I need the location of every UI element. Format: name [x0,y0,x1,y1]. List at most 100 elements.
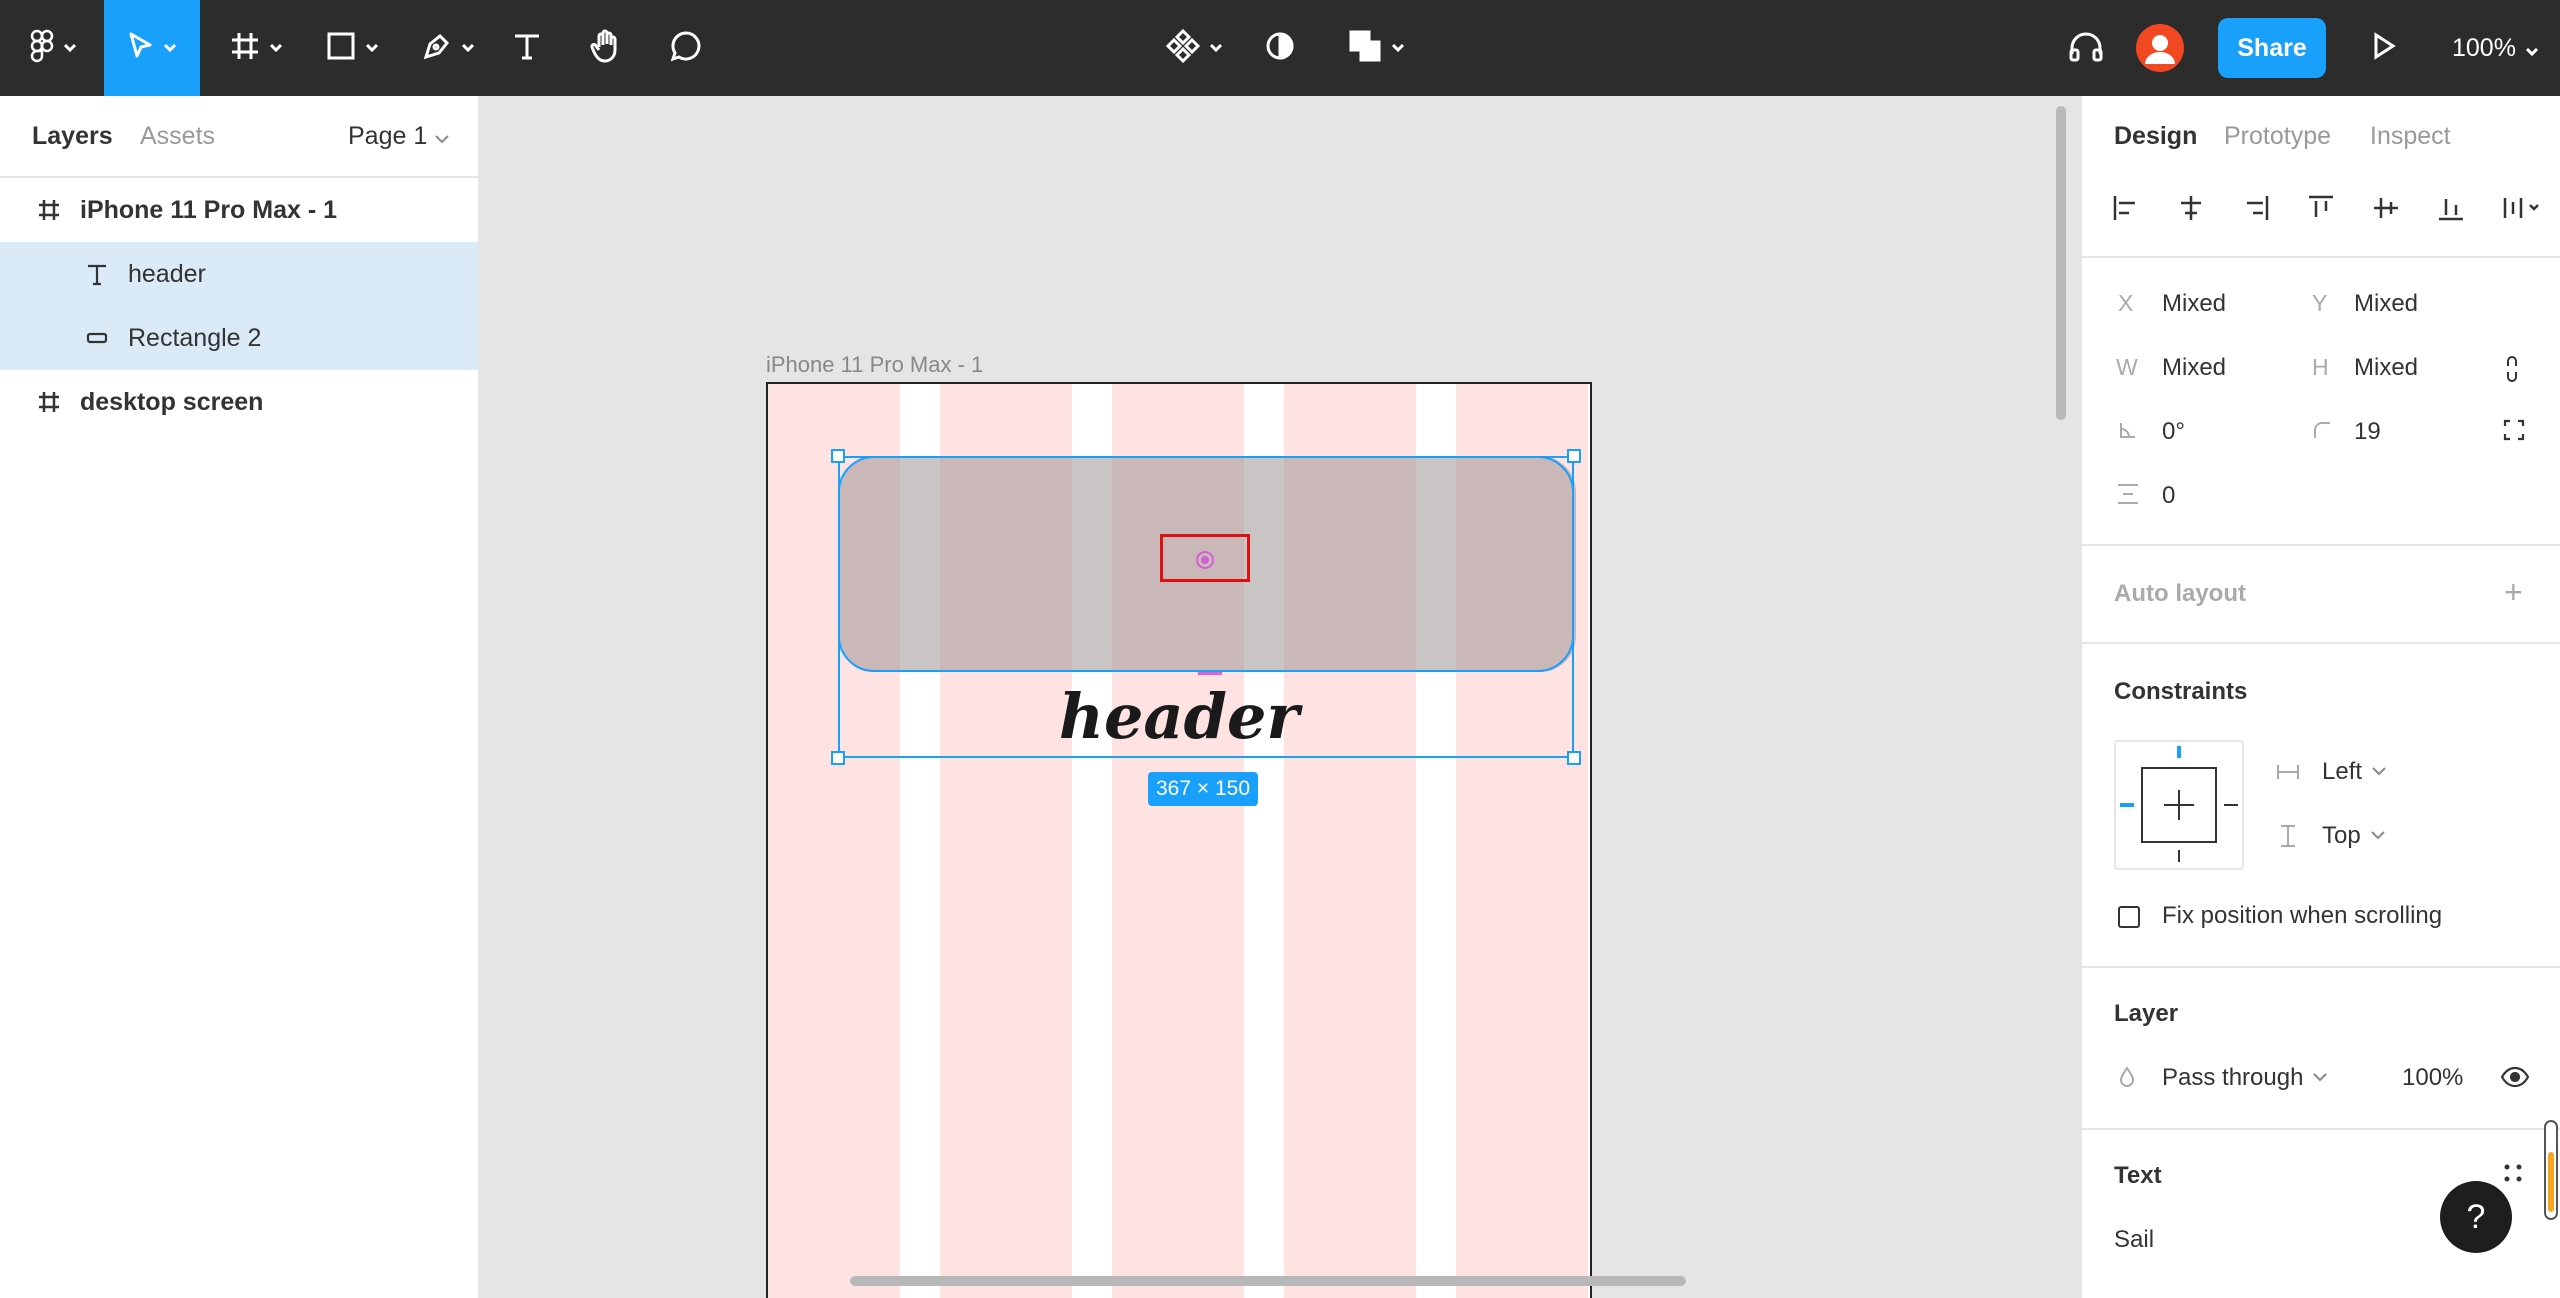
spacing-marker [1198,672,1222,675]
tab-assets[interactable]: Assets [140,122,215,151]
frame-hash-icon [230,31,260,66]
text-t-icon [512,31,542,66]
audio-button[interactable] [2064,0,2108,96]
layer-row-header-text[interactable]: header [0,242,478,306]
comment-tool-button[interactable] [664,0,708,96]
resize-handle-bottom-left[interactable] [831,751,845,765]
resize-handle-bottom-right[interactable] [1567,751,1581,765]
present-button[interactable] [2368,0,2400,96]
zoom-menu[interactable]: 100% [2452,0,2539,96]
horizontal-constraint-select[interactable]: Left [2322,758,2386,786]
align-vertical-center-icon[interactable] [2372,194,2400,227]
page-selector[interactable]: Page 1 [348,122,449,151]
align-bottom-icon[interactable] [2437,194,2465,227]
frame-hash-icon [34,195,64,225]
vertical-constraint-value: Top [2322,822,2361,849]
spacing-input[interactable]: 0 [2162,482,2175,510]
blend-drop-icon [2118,1066,2136,1093]
align-left-icon[interactable] [2112,194,2140,227]
figma-logo-icon [30,29,54,68]
w-input[interactable]: Mixed [2162,354,2226,382]
text-tool-button[interactable] [504,0,550,96]
target-icon [1196,551,1214,569]
move-tool-button[interactable] [104,0,200,96]
x-input[interactable]: Mixed [2162,290,2226,318]
font-family-select[interactable]: Sail [2114,1226,2154,1254]
panel-scrollbar[interactable] [2544,1120,2558,1220]
w-label: W [2116,354,2138,380]
text-styles-grid-icon[interactable] [2502,1162,2524,1189]
frame-tool-button[interactable] [216,0,296,96]
align-right-icon[interactable] [2242,194,2270,227]
spacing-icon [2116,482,2140,511]
chevron-down-icon [269,39,283,57]
chevron-down-icon [2313,1069,2328,1087]
divider [2082,966,2560,968]
shape-tool-button[interactable] [312,0,392,96]
layer-title: Layer [2114,1000,2179,1027]
distribute-icon[interactable] [2502,194,2542,227]
chevron-down-icon [163,39,177,57]
mask-button[interactable] [1258,0,1302,96]
play-icon [2372,31,2396,65]
component-diamond-icon [1165,28,1201,68]
blend-mode-value: Pass through [2162,1064,2304,1091]
eye-icon[interactable] [2500,1066,2530,1093]
y-input[interactable]: Mixed [2354,290,2418,318]
layer-row-frame-iphone[interactable]: iPhone 11 Pro Max - 1 [0,178,478,242]
corner-radius-icon [2312,420,2332,445]
chevron-down-icon [461,39,475,57]
boolean-groups-button[interactable] [1338,0,1414,96]
main-menu-button[interactable] [18,0,88,96]
tab-inspect[interactable]: Inspect [2370,122,2451,151]
chevron-down-icon [1209,39,1223,57]
left-panel-tabs: Layers Assets Page 1 [0,96,478,178]
pen-tool-button[interactable] [408,0,488,96]
pen-icon [422,31,452,66]
resize-handle-top-right[interactable] [1567,449,1581,463]
top-toolbar: Share 100% [0,0,2560,96]
vertical-constraint-select[interactable]: Top [2322,822,2385,850]
resize-handle-top-left[interactable] [831,449,845,463]
chevron-down-icon [365,39,379,57]
hand-tool-button[interactable] [584,0,628,96]
tab-layers[interactable]: Layers [32,122,113,151]
hand-icon [590,29,622,68]
layer-row-rectangle-2[interactable]: Rectangle 2 [0,306,478,370]
opacity-input[interactable]: 100% [2402,1064,2463,1092]
comment-bubble-icon [670,30,702,67]
horizontal-scrollbar[interactable] [850,1276,1686,1286]
independent-corners-icon[interactable] [2502,418,2526,447]
add-auto-layout-icon[interactable]: + [2504,574,2523,611]
constraint-widget[interactable] [2114,740,2244,870]
constraints-title: Constraints [2114,678,2248,705]
share-button[interactable]: Share [2218,18,2326,78]
layer-row-frame-desktop[interactable]: desktop screen [0,370,478,434]
align-horizontal-center-icon[interactable] [2177,194,2205,227]
text-t-icon [82,259,112,289]
mask-circle-icon [1264,30,1296,67]
align-top-icon[interactable] [2307,194,2335,227]
help-button[interactable]: ? [2440,1181,2512,1253]
frame-hash-icon [34,387,64,417]
h-label: H [2312,354,2329,380]
horizontal-constraint-value: Left [2322,758,2363,785]
user-avatar[interactable] [2136,24,2184,72]
zoom-level: 100% [2452,33,2516,62]
tab-prototype[interactable]: Prototype [2224,122,2331,151]
x-label: X [2118,290,2134,316]
rotation-icon [2118,420,2138,445]
vertical-scrollbar[interactable] [2056,106,2066,420]
fix-position-checkbox[interactable] [2118,906,2140,928]
h-input[interactable]: Mixed [2354,354,2418,382]
page-name: Page 1 [348,122,428,150]
frame-label[interactable]: iPhone 11 Pro Max - 1 [766,352,983,378]
components-button[interactable] [1162,0,1226,96]
corner-radius-input[interactable]: 19 [2354,418,2381,446]
constrain-proportions-icon[interactable] [2504,354,2520,389]
tab-design[interactable]: Design [2114,122,2197,151]
design-canvas[interactable]: iPhone 11 Pro Max - 1 header 367 × 150 [480,96,2080,1298]
rotation-input[interactable]: 0° [2162,418,2185,446]
blend-mode-select[interactable]: Pass through [2162,1064,2328,1092]
text-section-title: Text [2114,1162,2162,1189]
